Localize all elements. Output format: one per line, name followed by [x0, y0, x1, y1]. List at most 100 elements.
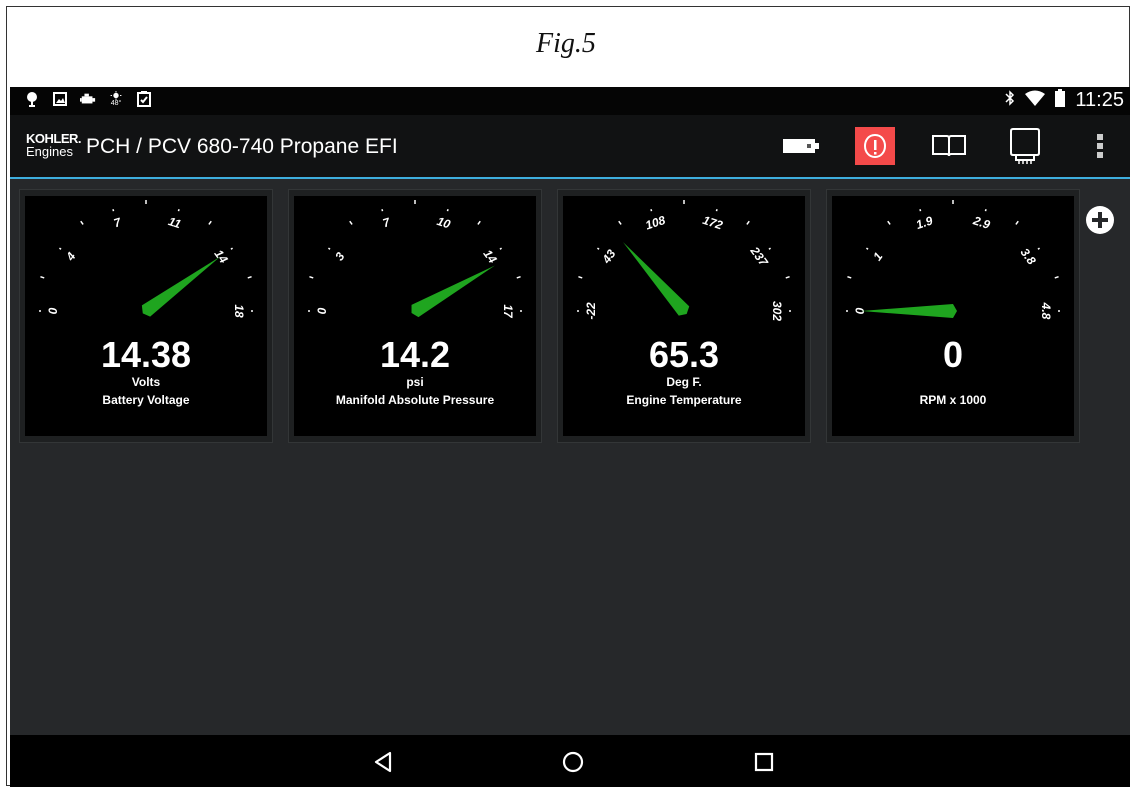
gauge-card-battery-voltage[interactable]: 0 4 7 11 14 18 14.38 Volts Battery Voltage: [19, 189, 273, 443]
gauge-tick: [309, 275, 314, 279]
gauge-tick-label: 3.8: [1018, 246, 1039, 268]
gauge-card-manifold-pressure[interactable]: 0 3 7 10 14 17 14.2 psi Manifold Absolute Pre…: [288, 189, 542, 443]
bluetooth-icon: [1005, 90, 1015, 111]
ecu-button[interactable]: [1005, 127, 1045, 165]
gauge-label: Engine Temperature: [626, 393, 742, 407]
temperature-badge: 48°: [110, 100, 122, 107]
gauge-unit: Volts: [131, 375, 161, 389]
gauge-tick: [785, 275, 790, 279]
gauge-tick-label: 237: [747, 243, 771, 269]
gauge-tick-label: 10: [435, 214, 452, 232]
gauge-label: Battery Voltage: [102, 393, 190, 407]
plus-circle-icon: [1086, 206, 1114, 234]
gauge-face: 0 1 1.9 2.9 3.8 4.8 0 RPM x 1000: [832, 196, 1074, 436]
add-gauge-button[interactable]: [1085, 205, 1115, 235]
gauge-card-rpm[interactable]: 0 1 1.9 2.9 3.8 4.8 0 RPM x 1000: [826, 189, 1080, 443]
gauge-value: 14.2: [379, 334, 451, 375]
gauge-tick-label: 108: [644, 213, 668, 233]
gauge-tick-label: 43: [599, 247, 619, 267]
gauge-tick: [984, 209, 987, 212]
manual-button[interactable]: [928, 127, 970, 165]
gauge-tick: [1037, 247, 1041, 250]
app-bar: KOHLER. Engines PCH / PCV 680-740 Propan…: [10, 115, 1130, 179]
figure-caption: Fig.5: [536, 28, 596, 59]
gauge-tick-label: 172: [701, 213, 725, 233]
gauge-tick: [40, 275, 45, 279]
gauge-tick: [650, 209, 653, 212]
gauge-card-engine-temperature[interactable]: -22 43 108 172 237 302 65.3 Deg F. Engine Tem…: [557, 189, 811, 443]
kohler-logo: KOHLER. Engines: [26, 132, 82, 159]
gauge-tick: [618, 220, 622, 225]
weather-icon: 48°: [108, 91, 124, 107]
gauge-tick-label: 14: [212, 247, 231, 266]
home-circle-icon: [562, 751, 584, 773]
gauge-tick-label: 4: [63, 249, 79, 264]
gauge-tick: [177, 209, 180, 212]
gauge-needle: [141, 256, 221, 317]
gauge-tick: [1015, 220, 1019, 225]
gauge-needle: [623, 242, 690, 316]
engine-icon: [80, 91, 96, 107]
gauge-tick: [112, 209, 115, 212]
gauge-tick: [80, 220, 84, 225]
gauge-tick: [446, 209, 449, 212]
gauge-tick-label: 7: [112, 215, 124, 231]
gauge-tick: [381, 209, 384, 212]
clipboard-check-icon: [136, 91, 152, 107]
gauge-unit: psi: [406, 375, 424, 389]
recents-button[interactable]: [749, 747, 779, 777]
gauge-tick-label: 18: [232, 304, 246, 318]
gauge-tick: [230, 247, 234, 250]
gauge-tick: [919, 209, 922, 212]
gauge-tick-label: 7: [381, 215, 393, 231]
gauge-value: 0: [942, 334, 964, 375]
status-icons-right: 11:25: [1005, 89, 1124, 112]
gauge-tick: [865, 247, 869, 250]
gauge-tick-label: -22: [584, 302, 598, 320]
home-button[interactable]: [558, 747, 588, 777]
gauge-tick-label: 11: [167, 214, 183, 231]
recents-square-icon: [754, 752, 774, 772]
tablet-screen: 48° 11:25 KOHLER. Engines PCH / PCV 680-…: [10, 87, 1130, 787]
back-triangle-icon: [374, 751, 392, 773]
battery-icon: [1055, 89, 1066, 112]
gauge-label: Manifold Absolute Pressure: [335, 393, 495, 407]
gauge-tick: [58, 247, 62, 250]
book-icon: [932, 135, 966, 157]
battery-status-button[interactable]: [780, 127, 822, 165]
gauge-tick-label: 302: [770, 301, 784, 321]
gauge-value: 65.3: [648, 334, 720, 375]
gauge-tick: [847, 275, 852, 279]
gauge-tick-label: 17: [501, 304, 515, 319]
app-title: PCH / PCV 680-740 Propane EFI: [86, 135, 398, 158]
system-nav-bar: [10, 735, 1130, 787]
gauge-label: RPM x 1000: [919, 393, 987, 407]
logo-line2: Engines: [26, 144, 73, 159]
gauge-tick: [247, 275, 252, 279]
overflow-menu-button[interactable]: [1090, 127, 1110, 165]
gauge-tick: [715, 209, 718, 212]
gauge-tick-label: 1.9: [914, 213, 935, 232]
gauge-tick: [578, 275, 583, 279]
android-debug-icon: [24, 91, 40, 107]
gauge-tick: [768, 247, 772, 250]
status-clock: 11:25: [1075, 89, 1124, 111]
ecu-module-icon: [1010, 128, 1040, 164]
battery-level-icon: [783, 139, 819, 153]
gauge-tick: [327, 247, 331, 250]
gauge-face: 0 3 7 10 14 17 14.2 psi Manifold Absolute Pre…: [294, 196, 536, 436]
image-icon: [52, 91, 68, 107]
alert-icon: [863, 133, 887, 159]
fault-alert-button[interactable]: [855, 127, 895, 165]
back-button[interactable]: [368, 747, 398, 777]
gauge-face: 0 4 7 11 14 18 14.38 Volts Battery Voltage: [25, 196, 267, 436]
gauge-needle: [861, 304, 957, 318]
status-icons-left: 48°: [24, 91, 152, 107]
gauge-tick-label: 3: [332, 249, 347, 263]
gauge-tick: [516, 275, 521, 279]
gauge-value: 14.38: [100, 334, 192, 375]
gauge-tick-label: 0: [46, 307, 60, 314]
gauge-tick: [477, 220, 481, 225]
gauge-tick: [1054, 275, 1059, 279]
gauge-face: -22 43 108 172 237 302 65.3 Deg F. Engine Tem…: [563, 196, 805, 436]
